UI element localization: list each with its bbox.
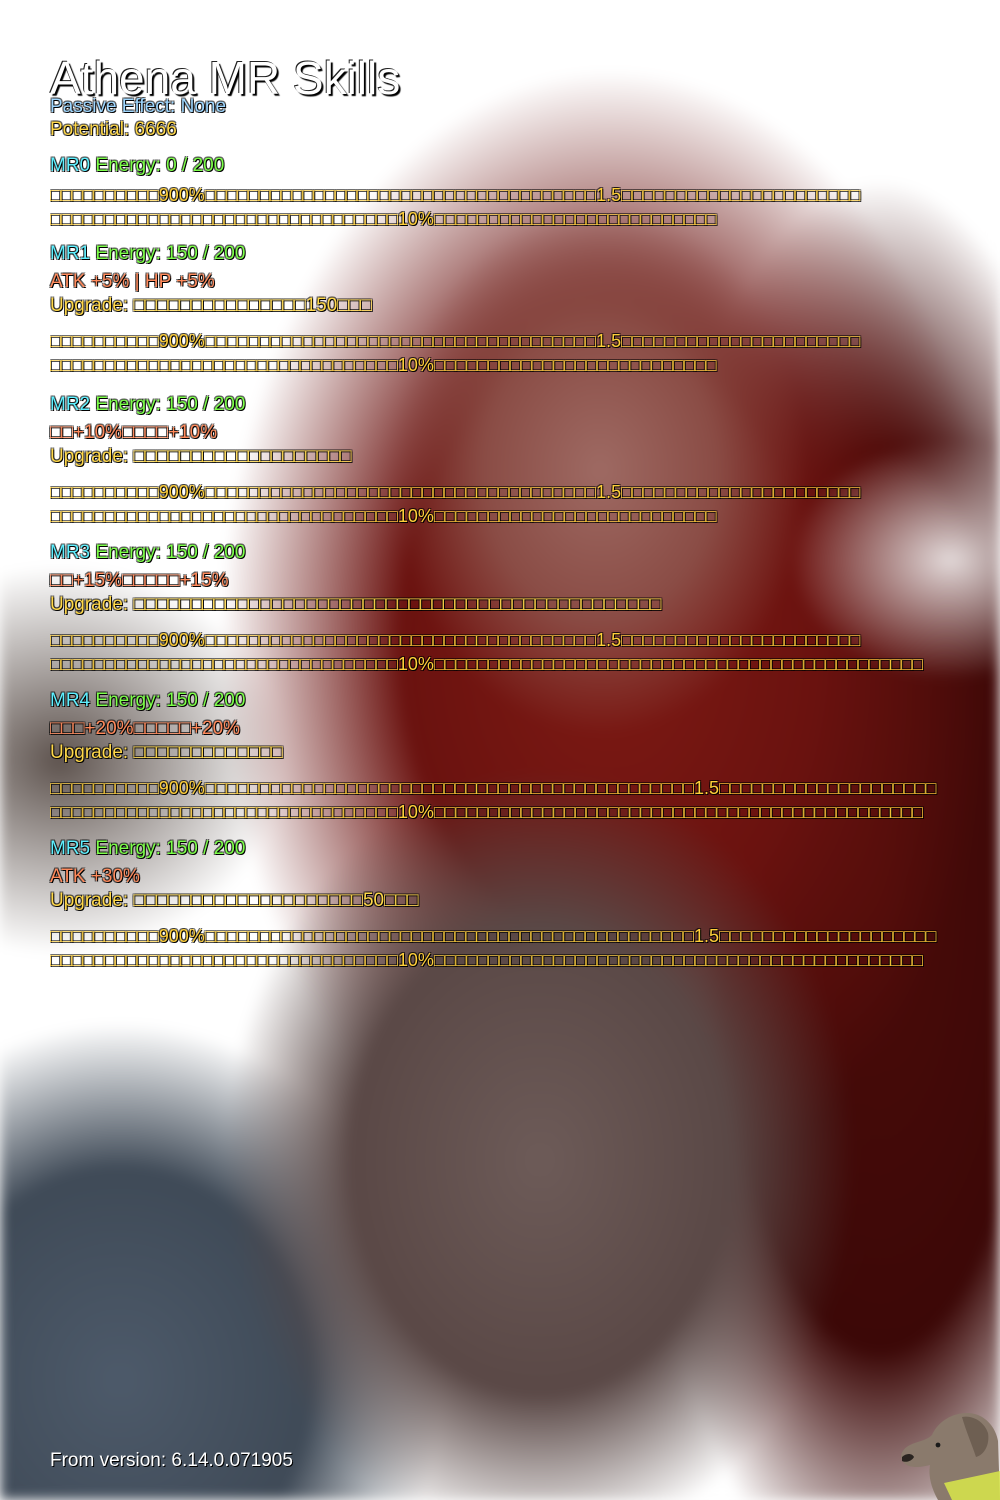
mr-description: □□□□□□□□□□900%□□□□□□□□□□□□□□□□□□□□□□□□□□… — [50, 628, 1000, 676]
mr-name: MR5 — [50, 838, 91, 859]
mr-name: MR2 — [50, 394, 91, 415]
potential-value: Potential: 6666 — [50, 119, 177, 140]
mr-description: □□□□□□□□□□900%□□□□□□□□□□□□□□□□□□□□□□□□□□… — [50, 776, 1000, 824]
mr-upgrade: Upgrade: □□□□□□□□□□□□□□□□□□□□50□□□ — [50, 890, 419, 911]
mr-header: MR4 Energy: 150 / 200 — [50, 690, 1000, 712]
description-line: □□□□□□□□□□□□□□□□□□□□□□□□□□□□□□□□10%□□□□□… — [50, 209, 717, 229]
mr-header: MR5 Energy: 150 / 200 — [50, 838, 1000, 860]
description-line: □□□□□□□□□□900%□□□□□□□□□□□□□□□□□□□□□□□□□□… — [50, 778, 937, 798]
mr-block-2: MR2 Energy: 150 / 200 □□+10%□□□□+10% Upg… — [50, 394, 1000, 528]
mr-name: MR0 — [50, 155, 91, 176]
mr-block-0: MR0 Energy: 0 / 200 □□□□□□□□□□900%□□□□□□… — [50, 155, 1000, 231]
passive-effect: Passive Effect: None — [50, 96, 227, 117]
mr-description: □□□□□□□□□□900%□□□□□□□□□□□□□□□□□□□□□□□□□□… — [50, 183, 1000, 231]
dog-logo-icon — [901, 1413, 1000, 1500]
mr-block-5: MR5 Energy: 150 / 200 ATK +30% Upgrade: … — [50, 838, 1000, 972]
mr-name: MR4 — [50, 690, 91, 711]
mr-block-3: MR3 Energy: 150 / 200 □□+15%□□□□□+15% Up… — [50, 542, 1000, 676]
description-line: □□□□□□□□□□900%□□□□□□□□□□□□□□□□□□□□□□□□□□… — [50, 926, 937, 946]
description-line: □□□□□□□□□□□□□□□□□□□□□□□□□□□□□□□□10%□□□□□… — [50, 506, 717, 526]
mr-name: MR3 — [50, 542, 91, 563]
mr-block-1: MR1 Energy: 150 / 200 ATK +5% | HP +5% U… — [50, 243, 1000, 377]
description-line: □□□□□□□□□□900%□□□□□□□□□□□□□□□□□□□□□□□□□□… — [50, 630, 861, 650]
mr-energy: Energy: 150 / 200 — [95, 690, 246, 711]
mr-name: MR1 — [50, 243, 91, 264]
mr-upgrade: Upgrade: □□□□□□□□□□□□□□□□□□□□□□□□□□□□□□□… — [50, 594, 662, 615]
mr-stats: □□+15%□□□□□+15% — [50, 570, 229, 591]
mr-header: MR0 Energy: 0 / 200 — [50, 155, 1000, 177]
mr-header: MR2 Energy: 150 / 200 — [50, 394, 1000, 416]
mr-upgrade: Upgrade: □□□□□□□□□□□□□ — [50, 742, 283, 763]
mr-energy: Energy: 150 / 200 — [95, 838, 246, 859]
mr-description: □□□□□□□□□□900%□□□□□□□□□□□□□□□□□□□□□□□□□□… — [50, 924, 1000, 972]
version-footer: From version: 6.14.0.071905 — [50, 1450, 293, 1471]
mr-stats: □□+10%□□□□+10% — [50, 422, 218, 443]
description-line: □□□□□□□□□□□□□□□□□□□□□□□□□□□□□□□□10%□□□□□… — [50, 654, 924, 674]
mr-energy: Energy: 150 / 200 — [95, 243, 246, 264]
mr-stats: □□□+20%□□□□□+20% — [50, 718, 241, 739]
mr-stats: ATK +30% — [50, 866, 140, 887]
mr-energy: Energy: 150 / 200 — [95, 542, 246, 563]
mr-description: □□□□□□□□□□900%□□□□□□□□□□□□□□□□□□□□□□□□□□… — [50, 480, 1000, 528]
mr-description: □□□□□□□□□□900%□□□□□□□□□□□□□□□□□□□□□□□□□□… — [50, 329, 1000, 377]
description-line: □□□□□□□□□□□□□□□□□□□□□□□□□□□□□□□□10%□□□□□… — [50, 802, 924, 822]
description-line: □□□□□□□□□□□□□□□□□□□□□□□□□□□□□□□□10%□□□□□… — [50, 950, 924, 970]
mr-block-4: MR4 Energy: 150 / 200 □□□+20%□□□□□+20% U… — [50, 690, 1000, 824]
description-line: □□□□□□□□□□900%□□□□□□□□□□□□□□□□□□□□□□□□□□… — [50, 185, 861, 205]
mr-energy: Energy: 0 / 200 — [95, 155, 225, 176]
description-line: □□□□□□□□□□900%□□□□□□□□□□□□□□□□□□□□□□□□□□… — [50, 482, 861, 502]
mr-stats: ATK +5% | HP +5% — [50, 271, 215, 292]
mr-upgrade: Upgrade: □□□□□□□□□□□□□□□□□□□ — [50, 446, 352, 467]
mr-header: MR3 Energy: 150 / 200 — [50, 542, 1000, 564]
description-line: □□□□□□□□□□900%□□□□□□□□□□□□□□□□□□□□□□□□□□… — [50, 331, 861, 351]
description-line: □□□□□□□□□□□□□□□□□□□□□□□□□□□□□□□□10%□□□□□… — [50, 355, 717, 375]
mr-upgrade: Upgrade: □□□□□□□□□□□□□□□150□□□ — [50, 295, 372, 316]
mr-energy: Energy: 150 / 200 — [95, 394, 246, 415]
mr-header: MR1 Energy: 150 / 200 — [50, 243, 1000, 265]
